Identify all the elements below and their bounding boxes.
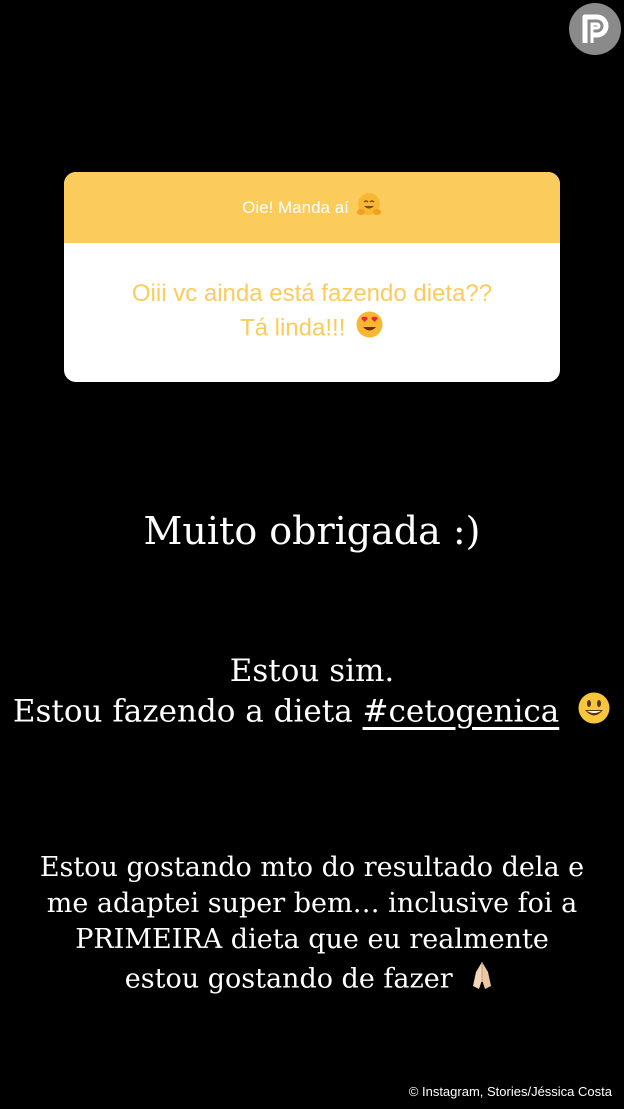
long-message-text: Estou gostando mto do resultado dela e m… — [0, 850, 624, 1002]
reply-line-2-prefix: Estou fazendo a dieta — [12, 693, 363, 730]
long-message-line-1: Estou gostando mto do resultado dela e — [39, 852, 585, 883]
smiling-face-emoji-icon — [577, 691, 611, 735]
folded-hands-emoji-icon — [465, 958, 499, 1002]
reply-line-2: Estou fazendo a dieta #cetogenica — [0, 691, 624, 735]
reply-text: Estou sim. Estou fazendo a dieta #cetoge… — [0, 652, 624, 735]
question-card: Oie! Manda aí Oiii vc ainda está fazendo… — [64, 172, 560, 382]
hashtag-link[interactable]: #cetogenica — [363, 694, 560, 730]
purepeople-logo-icon — [569, 3, 621, 55]
reply-line-1: Estou sim. — [229, 653, 395, 689]
photo-credit: © Instagram, Stories/Jéssica Costa — [408, 1084, 612, 1099]
hugging-face-emoji-icon — [356, 192, 382, 223]
question-card-body: Oiii vc ainda está fazendo dieta?? Tá li… — [64, 243, 560, 382]
question-text-line-1: Oiii vc ainda está fazendo dieta?? — [131, 280, 493, 307]
long-message-line-3: PRIMEIRA dieta que eu realmente — [75, 924, 549, 955]
long-message-line-2: me adaptei super bem… inclusive foi a — [46, 888, 578, 919]
question-text-line-2: Tá linda!!! — [239, 314, 346, 342]
question-card-header: Oie! Manda aí — [64, 172, 560, 243]
heart-eyes-emoji-icon — [355, 310, 384, 348]
long-message-line-4: estou gostando de fazer — [124, 963, 453, 995]
question-text-line-2-row: Tá linda!!! — [240, 310, 384, 348]
question-card-header-text: Oie! Manda aí — [242, 197, 349, 217]
long-message-line-4-row: estou gostando de fazer — [0, 958, 624, 1002]
thanks-text: Muito obrigada :) — [143, 509, 481, 553]
